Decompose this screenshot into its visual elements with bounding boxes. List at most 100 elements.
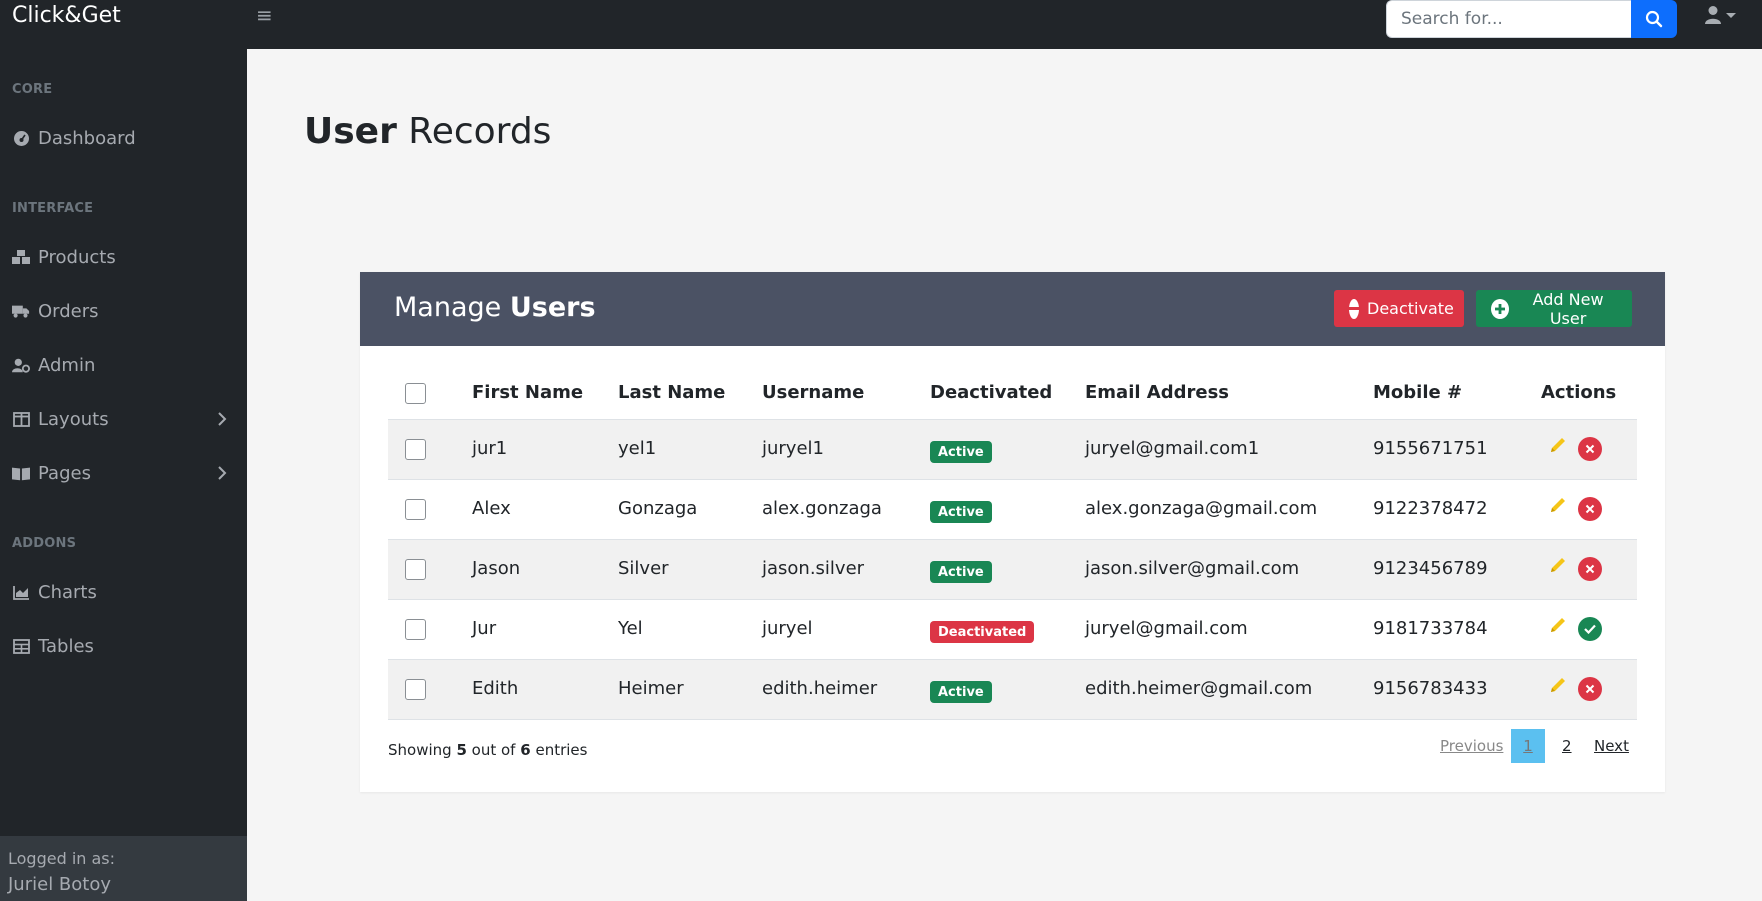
deactivate-user-icon[interactable] — [1578, 497, 1602, 521]
chevron-right-icon — [218, 412, 227, 426]
sidebar-item-admin[interactable]: Admin — [12, 350, 237, 380]
column-header-last-name[interactable]: Last Name — [618, 382, 725, 403]
column-header-mobile[interactable]: Mobile # — [1373, 382, 1462, 403]
deactivate-user-icon[interactable] — [1578, 557, 1602, 581]
pagination-next[interactable]: Next — [1594, 737, 1629, 755]
sidebar-item-orders[interactable]: Orders — [12, 296, 237, 326]
page-title-rest: Records — [408, 111, 552, 152]
showing-suffix: entries — [535, 741, 588, 759]
pencil-icon[interactable] — [1548, 615, 1568, 635]
sidebar-heading-core: CORE — [12, 82, 53, 97]
card-title: Manage Users — [394, 292, 596, 323]
column-header-deactivated[interactable]: Deactivated — [930, 382, 1052, 403]
deactivate-user-icon[interactable] — [1578, 677, 1602, 701]
table-row: Jur Yel juryel Deactivated juryel@gmail.… — [388, 600, 1637, 660]
sidebar-item-label: Charts — [38, 581, 97, 603]
sidebar: CORE Dashboard INTERFACE Products Orders… — [0, 49, 247, 901]
sidebar-item-layouts[interactable]: Layouts — [12, 404, 237, 434]
row-checkbox[interactable] — [405, 619, 426, 640]
column-header-username[interactable]: Username — [762, 382, 864, 403]
sidebar-heading-addons: ADDONS — [12, 536, 77, 551]
cell-email: alex.gonzaga@gmail.com — [1085, 498, 1318, 519]
minus-circle-icon — [1349, 298, 1359, 319]
pencil-icon[interactable] — [1548, 675, 1568, 695]
user-icon — [1705, 6, 1721, 24]
chevron-right-icon — [218, 466, 227, 480]
cell-last-name: Heimer — [618, 678, 684, 699]
pagination-page-2[interactable]: 2 — [1562, 737, 1572, 755]
deactivate-user-icon[interactable] — [1578, 437, 1602, 461]
select-all-checkbox[interactable] — [405, 383, 426, 404]
cell-last-name: yel1 — [618, 438, 657, 459]
table-row: Edith Heimer edith.heimer Active edith.h… — [388, 660, 1637, 720]
row-checkbox[interactable] — [405, 559, 426, 580]
cell-first-name: jur1 — [472, 438, 508, 459]
column-header-first-name[interactable]: First Name — [472, 382, 583, 403]
row-checkbox[interactable] — [405, 679, 426, 700]
brand-logo[interactable]: Click&Get — [12, 3, 121, 28]
sidebar-item-label: Pages — [38, 462, 91, 484]
entries-summary: Showing 5 out of 6 entries — [388, 741, 587, 759]
showing-count: 5 — [456, 741, 467, 759]
columns-icon — [12, 410, 30, 428]
table-row: jur1 yel1 juryel1 Active juryel@gmail.co… — [388, 420, 1637, 480]
sidebar-item-label: Layouts — [38, 408, 109, 430]
sidebar-item-label: Admin — [38, 354, 96, 376]
sidebar-item-charts[interactable]: Charts — [12, 577, 237, 607]
search-group — [1386, 0, 1677, 38]
cell-email: edith.heimer@gmail.com — [1085, 678, 1313, 699]
sidebar-item-label: Tables — [38, 635, 94, 657]
column-header-email[interactable]: Email Address — [1085, 382, 1229, 403]
boxes-icon — [12, 248, 30, 266]
table-header-row: First Name Last Name Username Deactivate… — [388, 366, 1637, 420]
page-title-bold: User — [304, 111, 397, 152]
area-chart-icon — [12, 583, 30, 601]
cell-mobile: 9156783433 — [1373, 678, 1488, 699]
logged-in-user: Juriel Botoy — [8, 874, 111, 895]
add-new-user-label: Add New User — [1532, 289, 1604, 328]
sidebar-item-tables[interactable]: Tables — [12, 631, 237, 661]
sidebar-item-label: Products — [38, 246, 116, 268]
cell-email: jason.silver@gmail.com — [1085, 558, 1300, 579]
search-input[interactable] — [1386, 0, 1631, 38]
logged-in-label: Logged in as: — [8, 849, 116, 868]
pencil-icon[interactable] — [1548, 495, 1568, 515]
table-row: Jason Silver jason.silver Active jason.s… — [388, 540, 1637, 600]
card-title-light: Manage — [394, 292, 502, 323]
pagination-previous[interactable]: Previous — [1440, 737, 1503, 755]
book-icon — [12, 464, 30, 482]
status-badge: Deactivated — [930, 621, 1035, 643]
row-checkbox[interactable] — [405, 499, 426, 520]
cell-username: jason.silver — [762, 558, 865, 579]
top-navbar: Click&Get ≡ — [0, 0, 1762, 49]
deactivate-button[interactable]: Deactivate — [1334, 290, 1464, 327]
pencil-icon[interactable] — [1548, 435, 1568, 455]
dashboard-icon — [12, 129, 30, 147]
cell-mobile: 9122378472 — [1373, 498, 1488, 519]
pagination-page-1[interactable]: 1 — [1511, 729, 1545, 763]
chevron-down-icon — [1726, 12, 1736, 18]
row-checkbox[interactable] — [405, 439, 426, 460]
showing-total: 6 — [520, 741, 531, 759]
user-menu-dropdown[interactable] — [1704, 5, 1736, 25]
sidebar-item-pages[interactable]: Pages — [12, 458, 237, 488]
add-new-user-button[interactable]: Add New User — [1476, 289, 1632, 328]
pencil-icon[interactable] — [1548, 555, 1568, 575]
sidebar-item-dashboard[interactable]: Dashboard — [12, 123, 237, 153]
sidebar-toggle-icon[interactable]: ≡ — [256, 5, 273, 25]
status-badge: Active — [930, 501, 992, 523]
table-icon — [12, 637, 30, 655]
status-badge: Active — [930, 441, 992, 463]
cell-first-name: Alex — [472, 498, 511, 519]
user-cog-icon — [12, 356, 30, 374]
activate-user-icon[interactable] — [1578, 617, 1602, 641]
search-icon — [1645, 10, 1663, 28]
search-button[interactable] — [1631, 0, 1677, 38]
sidebar-heading-interface: INTERFACE — [12, 201, 94, 216]
cell-last-name: Gonzaga — [618, 498, 698, 519]
cell-first-name: Jur — [472, 618, 497, 639]
sidebar-item-products[interactable]: Products — [12, 242, 237, 272]
cell-email: juryel@gmail.com1 — [1085, 438, 1260, 459]
sidebar-footer: Logged in as: Juriel Botoy — [0, 836, 247, 901]
sidebar-item-label: Dashboard — [38, 127, 136, 149]
